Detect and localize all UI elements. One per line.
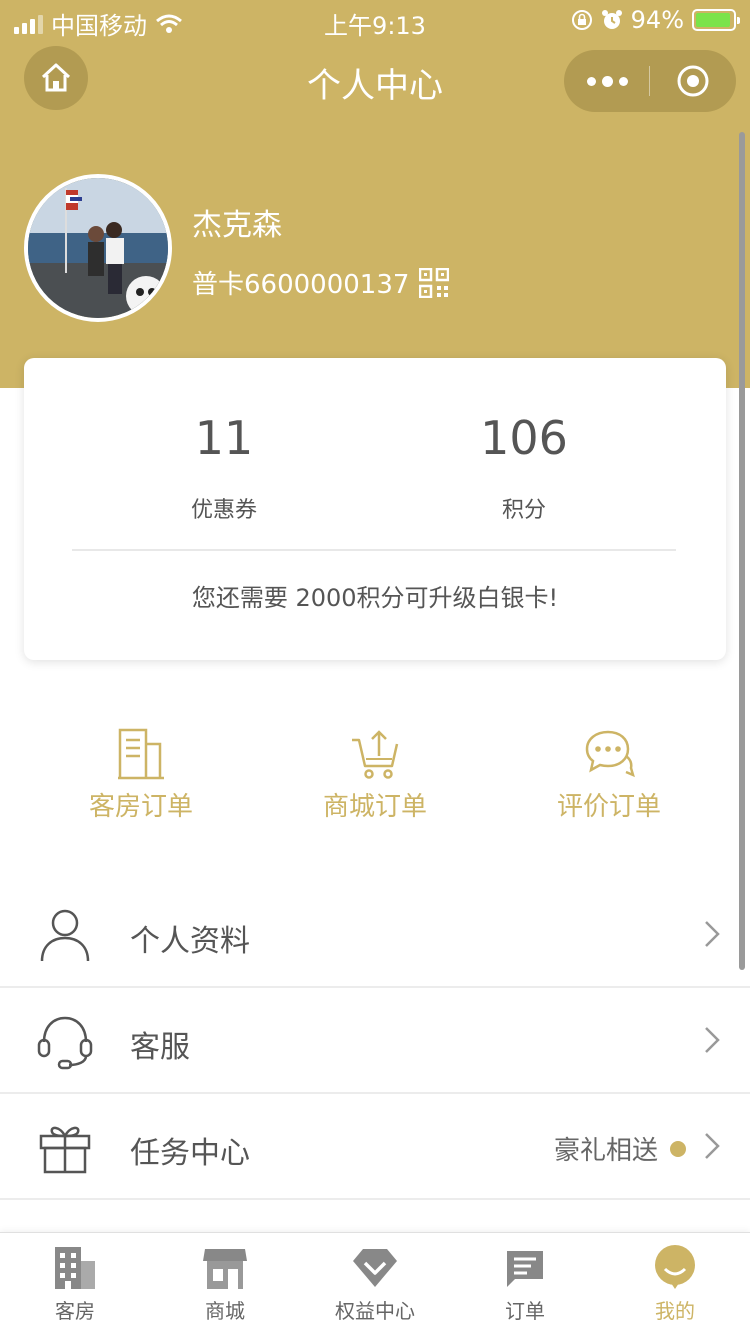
points-label: 积分 <box>501 498 546 523</box>
room-order-icon <box>118 728 164 780</box>
shop-orders-button[interactable]: 商城订单 <box>258 726 492 823</box>
tab-label-store: 商城 <box>205 1299 245 1323</box>
points-card: 11 优惠券 106 积分 您还需要 2000积分可升级白银卡! <box>24 358 726 660</box>
rotation-lock-icon <box>571 10 592 30</box>
qr-code-icon[interactable] <box>419 267 450 298</box>
chevron-right-icon <box>705 1133 720 1159</box>
membership-card[interactable]: 普卡6600000137 <box>192 264 450 301</box>
smile-icon <box>655 1245 695 1289</box>
review-chat-icon <box>585 730 635 778</box>
battery-icon <box>692 9 740 31</box>
points-stat[interactable]: 106 积分 <box>374 408 674 524</box>
tab-mine[interactable]: 我的 <box>600 1243 750 1324</box>
menu-list: 个人资料 客服 任务中心 豪礼相送 <box>0 882 750 1200</box>
avatar-photo <box>28 178 168 318</box>
divider <box>72 549 676 551</box>
review-orders-label: 评价订单 <box>556 792 661 822</box>
tab-rooms[interactable]: 客房 <box>0 1243 150 1324</box>
mini-program-capsule <box>564 50 736 112</box>
menu-item-task-center[interactable]: 任务中心 豪礼相送 <box>0 1094 750 1200</box>
menu-label-profile: 个人资料 <box>130 924 250 959</box>
store-icon <box>203 1249 247 1289</box>
menu-label-customer-service: 客服 <box>130 1030 190 1065</box>
room-orders-button[interactable]: 客房订单 <box>24 726 258 823</box>
menu-item-profile[interactable]: 个人资料 <box>0 882 750 988</box>
status-bar: 中国移动 上午9:13 94% <box>0 0 750 40</box>
promo-text: 豪礼相送 <box>553 1136 658 1166</box>
tab-label-orders: 订单 <box>505 1299 545 1323</box>
tab-label-benefits: 权益中心 <box>335 1299 415 1323</box>
upgrade-hint: 您还需要 2000积分可升级白银卡! <box>191 584 559 612</box>
shop-orders-label: 商城订单 <box>322 792 427 822</box>
building-icon <box>55 1247 95 1289</box>
avatar[interactable] <box>24 174 172 322</box>
notification-dot <box>670 1140 686 1157</box>
card-number: 普卡6600000137 <box>192 270 410 300</box>
headset-icon <box>37 1016 93 1070</box>
order-shortcuts: 客房订单 商城订单 评价订单 <box>0 726 750 836</box>
tab-benefits[interactable]: 权益中心 <box>300 1243 450 1324</box>
user-name: 杰克森 <box>192 208 282 243</box>
room-orders-label: 客房订单 <box>88 792 193 822</box>
review-orders-button[interactable]: 评价订单 <box>492 726 726 823</box>
alarm-icon <box>601 10 622 29</box>
gift-icon <box>39 1126 91 1174</box>
tab-store[interactable]: 商城 <box>150 1243 300 1324</box>
points-count: 106 <box>480 411 568 465</box>
coupons-count: 11 <box>194 411 254 465</box>
menu-label-task-center: 任务中心 <box>130 1136 250 1171</box>
menu-item-customer-service[interactable]: 客服 <box>0 988 750 1094</box>
coupons-label: 优惠券 <box>190 498 257 523</box>
target-close-icon <box>677 65 709 97</box>
tab-label-rooms: 客房 <box>55 1299 95 1323</box>
battery-percent: 94% <box>630 6 684 34</box>
scrollbar[interactable] <box>739 132 745 970</box>
cart-order-icon <box>352 730 399 779</box>
more-button[interactable] <box>564 50 650 112</box>
coupons-stat[interactable]: 11 优惠券 <box>74 408 374 524</box>
order-list-icon <box>507 1251 543 1287</box>
chevron-right-icon <box>705 921 720 947</box>
tab-label-mine: 我的 <box>655 1299 695 1323</box>
user-icon <box>40 909 90 962</box>
tab-orders[interactable]: 订单 <box>450 1243 600 1324</box>
diamond-icon <box>353 1249 397 1287</box>
close-button[interactable] <box>650 50 736 112</box>
chevron-right-icon <box>705 1027 720 1053</box>
promo-hint: 豪礼相送 <box>554 1130 686 1167</box>
tab-bar: 客房 商城 权益中心 订单 我的 <box>0 1232 750 1334</box>
